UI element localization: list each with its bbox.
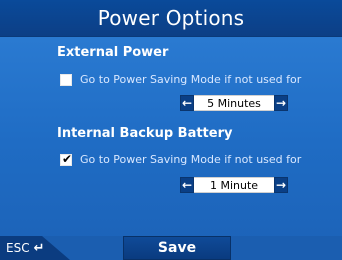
save-button[interactable]: Save — [123, 236, 231, 260]
external-power-timeout-value: 5 Minutes — [194, 95, 274, 111]
left-arrow-icon[interactable]: ← — [180, 95, 194, 111]
external-power-option-row[interactable]: Go to Power Saving Mode if not used for — [60, 73, 301, 86]
external-power-option-label: Go to Power Saving Mode if not used for — [80, 73, 302, 86]
checkmark-icon: ✔ — [62, 151, 73, 166]
page-title: Power Options — [97, 6, 245, 30]
internal-battery-timeout-value: 1 Minute — [194, 177, 274, 193]
external-power-label: External Power — [57, 45, 169, 60]
left-arrow-icon[interactable]: ← — [180, 177, 194, 193]
internal-battery-checkbox[interactable]: ✔ — [60, 151, 73, 166]
internal-battery-option-row[interactable]: ✔ Go to Power Saving Mode if not used fo… — [60, 151, 302, 166]
esc-label: ESC — [6, 241, 30, 255]
external-power-checkbox[interactable] — [60, 73, 72, 86]
external-power-timeout-spinner[interactable]: ← 5 Minutes → — [180, 95, 288, 111]
right-arrow-icon[interactable]: → — [274, 95, 288, 111]
internal-battery-label: Internal Backup Battery — [57, 126, 233, 141]
internal-battery-timeout-spinner[interactable]: ← 1 Minute → — [180, 177, 288, 193]
right-arrow-icon[interactable]: → — [274, 177, 288, 193]
return-arrow-icon: ↵ — [33, 240, 45, 256]
power-options-screen: Power Options External Power Go to Power… — [0, 0, 342, 260]
title-bar: Power Options — [0, 0, 342, 37]
internal-battery-option-label: Go to Power Saving Mode if not used for — [80, 153, 302, 166]
